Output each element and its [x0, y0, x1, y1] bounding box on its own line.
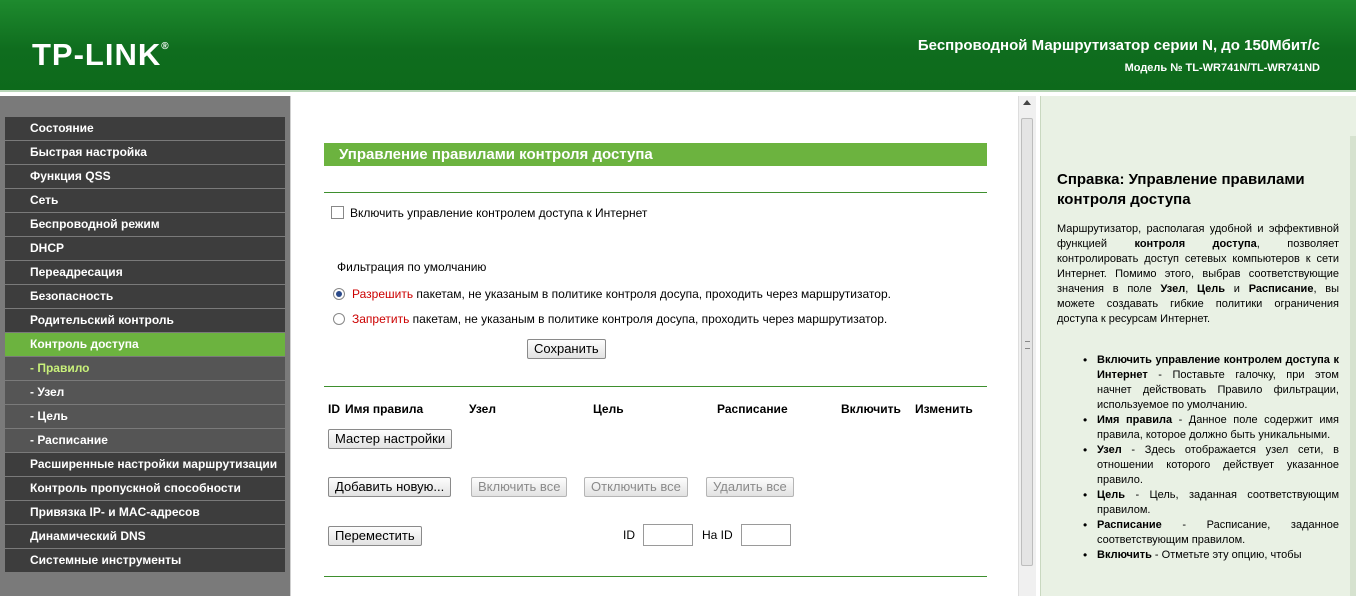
sidebar-item-dhcp[interactable]: DHCP	[5, 237, 285, 260]
sidebar-item-wireless[interactable]: Беспроводной режим	[5, 213, 285, 236]
move-to-id-input[interactable]	[741, 524, 791, 546]
disable-all-button[interactable]: Отключить все	[584, 477, 688, 497]
col-target: Цель	[593, 402, 624, 416]
help-intro: Маршрутизатор, располагая удобной и эффе…	[1057, 223, 1340, 325]
enable-access-control-checkbox[interactable]	[331, 206, 344, 219]
deny-text: пакетам, не указаным в политике контроля…	[409, 312, 888, 326]
deny-radio[interactable]	[333, 313, 345, 325]
list-item: Включить управление контролем доступа к …	[1083, 353, 1339, 413]
list-item: Расписание - Расписание, заданное соотве…	[1083, 518, 1339, 548]
divider	[324, 576, 987, 577]
allow-radio[interactable]	[333, 288, 345, 300]
enable-access-control-row: Включить управление контролем доступа к …	[331, 206, 647, 220]
scroll-thumb[interactable]	[1021, 118, 1033, 566]
enable-access-control-label: Включить управление контролем доступа к …	[350, 206, 648, 220]
help-panel: Справка: Управление правилами контроля д…	[1040, 96, 1356, 596]
grip-icon	[1025, 341, 1030, 349]
tp-link-logo: TP-LINK®	[32, 37, 170, 72]
sidebar-item-forwarding[interactable]: Переадресация	[5, 261, 285, 284]
sidebar-subitem-host[interactable]: - Узел	[5, 381, 285, 404]
col-edit: Изменить	[915, 402, 973, 416]
allow-radio-row: Разрешить пакетам, не указаным в политик…	[333, 287, 891, 301]
sidebar-item-security[interactable]: Безопасность	[5, 285, 285, 308]
sidebar-subitem-schedule[interactable]: - Расписание	[5, 429, 285, 452]
delete-all-button[interactable]: Удалить все	[706, 477, 794, 497]
divider	[324, 192, 987, 193]
default-filter-heading: Фильтрация по умолчанию	[337, 260, 487, 274]
list-item: Включить - Отметьте эту опцию, чтобы	[1083, 548, 1339, 563]
col-rule-name: Имя правила	[345, 402, 424, 416]
deny-word: Запретить	[352, 312, 410, 326]
sidebar-item-ddns[interactable]: Динамический DNS	[5, 525, 285, 548]
move-from-id-input[interactable]	[643, 524, 693, 546]
col-host: Узел	[469, 402, 496, 416]
help-scrollbar[interactable]	[1350, 136, 1356, 596]
enable-all-button[interactable]: Включить все	[471, 477, 568, 497]
help-list: Включить управление контролем доступа к …	[1083, 353, 1339, 563]
sidebar: Состояние Быстрая настройка Функция QSS …	[0, 96, 290, 596]
sidebar-item-status[interactable]: Состояние	[5, 117, 285, 140]
scroll-up-arrow-icon[interactable]	[1023, 100, 1031, 105]
move-button[interactable]: Переместить	[328, 526, 422, 546]
sidebar-item-ip-mac-binding[interactable]: Привязка IP- и MAC-адресов	[5, 501, 285, 524]
allow-text: пакетам, не указаным в политике контроля…	[413, 287, 891, 301]
sidebar-item-system-tools[interactable]: Системные инструменты	[5, 549, 285, 572]
divider	[324, 386, 987, 387]
header: TP-LINK® Беспроводной Маршрутизатор сери…	[0, 0, 1356, 92]
col-schedule: Расписание	[717, 402, 788, 416]
col-id: ID	[328, 402, 340, 416]
sidebar-item-parental-control[interactable]: Родительский контроль	[5, 309, 285, 332]
list-item: Цель - Цель, заданная соответствующим пр…	[1083, 488, 1339, 518]
sidebar-item-bandwidth-control[interactable]: Контроль пропускной способности	[5, 477, 285, 500]
sidebar-item-access-control[interactable]: Контроль доступа	[5, 333, 285, 356]
model-number: Модель № TL-WR741N/TL-WR741ND	[1124, 62, 1320, 74]
main-content: Управление правилами контроля доступа Вк…	[290, 96, 1018, 596]
main-scrollbar[interactable]	[1018, 96, 1036, 596]
allow-word: Разрешить	[352, 287, 414, 301]
save-button[interactable]: Сохранить	[527, 339, 606, 359]
add-new-button[interactable]: Добавить новую...	[328, 477, 452, 497]
to-id-label: На ID	[702, 528, 733, 542]
id-label: ID	[623, 528, 635, 542]
deny-radio-row: Запретить пакетам, не указаным в политик…	[333, 312, 887, 326]
help-title: Справка: Управление правилами контроля д…	[1057, 171, 1305, 208]
product-title: Беспроводной Маршрутизатор серии N, до 1…	[917, 37, 1320, 54]
page-title: Управление правилами контроля доступа	[324, 143, 987, 166]
list-item: Узел - Здесь отображается узел сети, в о…	[1083, 443, 1339, 488]
col-enable: Включить	[841, 402, 901, 416]
sidebar-subitem-rule[interactable]: - Правило	[5, 357, 285, 380]
sidebar-item-qss[interactable]: Функция QSS	[5, 165, 285, 188]
sidebar-item-quick-setup[interactable]: Быстрая настройка	[5, 141, 285, 164]
sidebar-menu: Состояние Быстрая настройка Функция QSS …	[5, 117, 285, 573]
setup-wizard-button[interactable]: Мастер настройки	[328, 429, 453, 449]
sidebar-subitem-target[interactable]: - Цель	[5, 405, 285, 428]
sidebar-item-advanced-routing[interactable]: Расширенные настройки маршрутизации	[5, 453, 285, 476]
list-item: Имя правила - Данное поле содержит имя п…	[1083, 413, 1339, 443]
sidebar-item-network[interactable]: Сеть	[5, 189, 285, 212]
